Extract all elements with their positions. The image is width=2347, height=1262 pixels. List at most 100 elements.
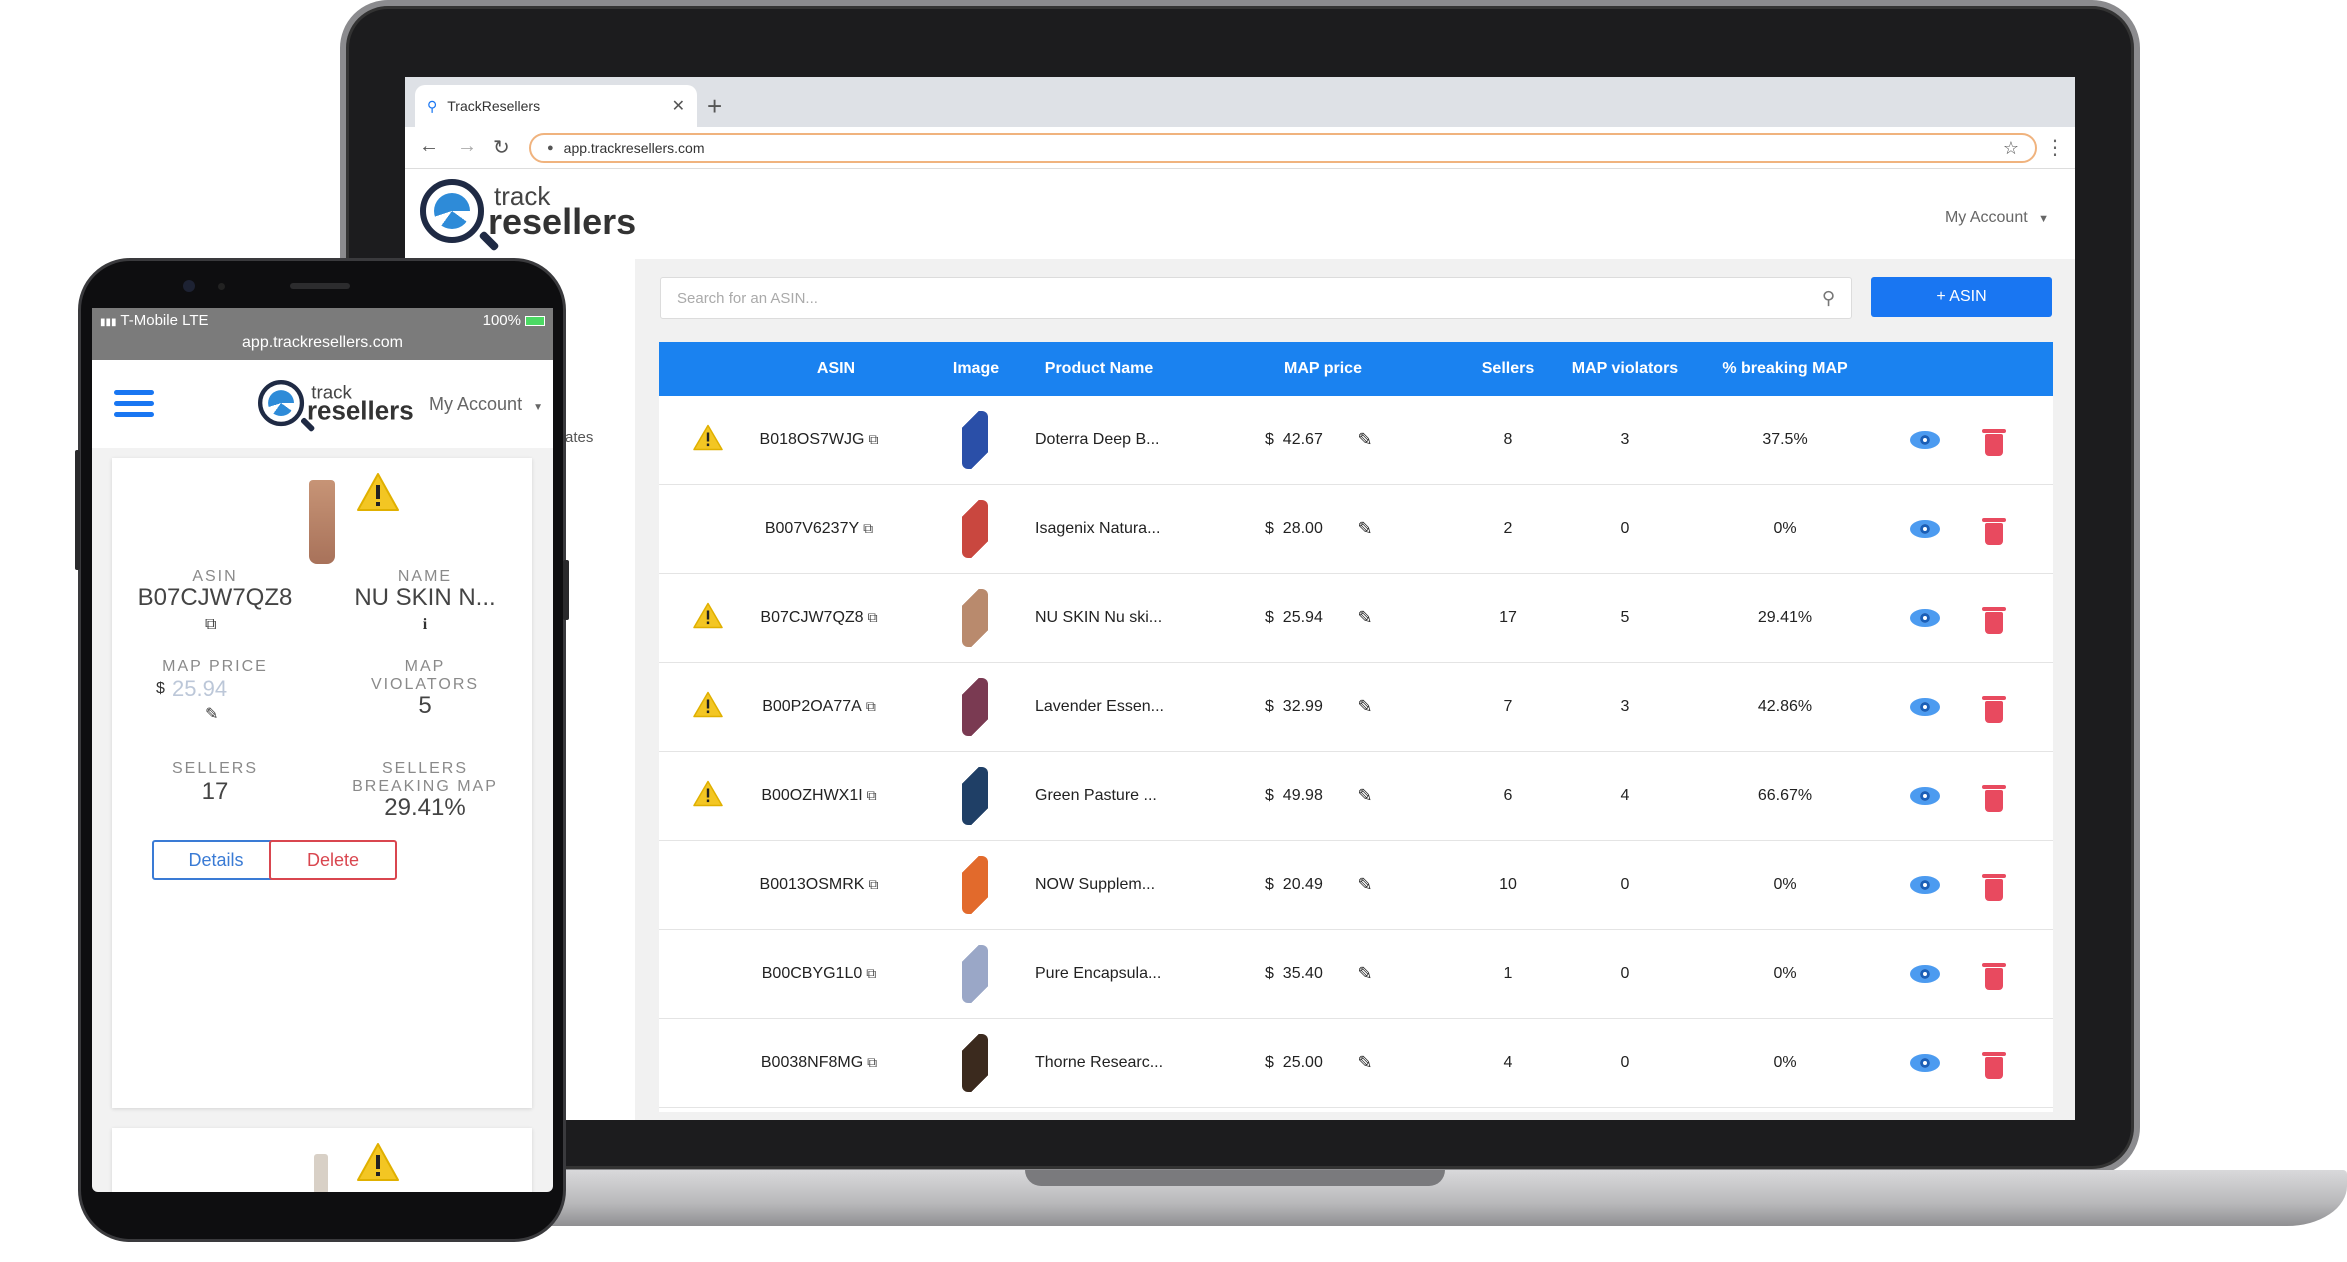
map-price-value: 49.98 bbox=[1282, 787, 1323, 804]
delete-trash-icon[interactable] bbox=[1982, 518, 2006, 546]
edit-price-icon[interactable]: ✎ bbox=[205, 704, 218, 724]
table-row: B007V6237Y ⧉ Isagenix Natura... $ 28.00 ✎ 2 0 0… bbox=[659, 485, 2053, 574]
view-eye-icon[interactable] bbox=[1910, 609, 1940, 627]
delete-trash-icon[interactable] bbox=[1982, 963, 2006, 991]
details-button[interactable]: Details bbox=[152, 840, 280, 880]
view-eye-icon[interactable] bbox=[1910, 1054, 1940, 1072]
map-violators-value: 5 bbox=[1620, 609, 1630, 626]
map-price-value: 35.40 bbox=[1282, 965, 1323, 982]
edit-price-icon[interactable]: ✎ bbox=[1357, 786, 1372, 807]
phone-logo[interactable]: track resellers bbox=[258, 380, 414, 433]
table-header: ASIN Image Product Name MAP price Seller… bbox=[659, 342, 2053, 396]
edit-price-icon[interactable]: ✎ bbox=[1357, 875, 1372, 896]
external-link-icon[interactable]: ⧉ bbox=[868, 609, 878, 625]
asin-cell[interactable]: B0013OSMRK ⧉ bbox=[760, 876, 879, 894]
add-asin-button[interactable]: + ASIN bbox=[1871, 277, 2052, 317]
trackresellers-logo[interactable]: track resellers bbox=[420, 179, 637, 252]
edit-price-icon[interactable]: ✎ bbox=[1357, 1053, 1372, 1074]
edit-price-icon[interactable]: ✎ bbox=[1357, 519, 1372, 540]
currency-symbol: $ bbox=[1265, 520, 1274, 537]
info-icon[interactable]: i bbox=[330, 616, 520, 634]
map-price-cell: $ 35.40 bbox=[1265, 965, 1323, 983]
browser-address-bar: ← → ↻ ● app.trackresellers.com ☆ ⋮ bbox=[405, 127, 2075, 169]
view-eye-icon[interactable] bbox=[1910, 520, 1940, 538]
map-price-cell: $ 28.00 bbox=[1265, 520, 1323, 538]
delete-trash-icon[interactable] bbox=[1982, 429, 2006, 457]
delete-trash-icon[interactable] bbox=[1982, 607, 2006, 635]
product-image bbox=[962, 678, 988, 736]
map-price-value: 32.99 bbox=[1282, 698, 1323, 715]
asin-cell[interactable]: B00P2OA77A ⧉ bbox=[762, 698, 876, 716]
edit-price-icon[interactable]: ✎ bbox=[1357, 430, 1372, 451]
map-price-cell: $ 20.49 bbox=[1265, 876, 1323, 894]
search-icon[interactable]: ⚲ bbox=[1822, 288, 1835, 309]
external-link-icon[interactable]: ⧉ bbox=[868, 431, 878, 447]
external-link-icon[interactable]: ⧉ bbox=[866, 965, 876, 981]
product-name: Lavender Essen... bbox=[1035, 698, 1164, 715]
map-price-cell: $ 25.94 bbox=[1265, 609, 1323, 627]
hamburger-menu-icon[interactable] bbox=[114, 390, 154, 418]
header-breaking-map: % breaking MAP bbox=[1722, 360, 1848, 377]
sellers-value: 8 bbox=[1503, 431, 1513, 448]
asin-cell[interactable]: B00CBYG1L0 ⧉ bbox=[762, 965, 877, 983]
delete-button[interactable]: Delete bbox=[269, 840, 397, 880]
map-price-input[interactable]: 25.94 bbox=[172, 676, 302, 702]
breaking-map-value: 0% bbox=[1773, 520, 1797, 537]
view-eye-icon[interactable] bbox=[1910, 876, 1940, 894]
map-price-cell: $ 49.98 bbox=[1265, 787, 1323, 805]
battery-icon bbox=[525, 316, 545, 327]
forward-icon[interactable]: → bbox=[457, 135, 477, 158]
delete-trash-icon[interactable] bbox=[1982, 874, 2006, 902]
url-input[interactable]: ● app.trackresellers.com ☆ bbox=[529, 133, 2037, 163]
logo-word-resellers: resellers bbox=[488, 200, 637, 242]
phone-url[interactable]: app.trackresellers.com bbox=[92, 334, 553, 352]
browser-menu-icon[interactable]: ⋮ bbox=[2045, 135, 2065, 160]
external-link-icon[interactable]: ⧉ bbox=[205, 616, 216, 634]
asin-cell[interactable]: B07CJW7QZ8 ⧉ bbox=[760, 609, 877, 627]
table-row: B07CJW7QZ8 ⧉ NU SKIN Nu ski... $ 25.94 ✎ 17 5 2… bbox=[659, 574, 2053, 663]
asin-cell[interactable]: B018OS7WJG ⧉ bbox=[760, 431, 879, 449]
view-eye-icon[interactable] bbox=[1910, 698, 1940, 716]
laptop-notch bbox=[1025, 1170, 1445, 1186]
close-tab-icon[interactable]: ✕ bbox=[672, 96, 685, 116]
edit-price-icon[interactable]: ✎ bbox=[1357, 697, 1372, 718]
currency-symbol: $ bbox=[1265, 876, 1274, 893]
reload-icon[interactable]: ↻ bbox=[493, 135, 510, 160]
asin-cell[interactable]: B0038NF8MG ⧉ bbox=[761, 1054, 877, 1072]
external-link-icon[interactable]: ⧉ bbox=[868, 876, 878, 892]
sidebar-item-fragment[interactable]: ates bbox=[565, 429, 593, 446]
delete-trash-icon[interactable] bbox=[1982, 696, 2006, 724]
product-image bbox=[314, 1154, 328, 1192]
browser-tab[interactable]: ⚲ TrackResellers ✕ bbox=[415, 85, 697, 127]
phone-app-header: track resellers My Account ▼ bbox=[92, 360, 553, 448]
asin-cell[interactable]: B00OZHWX1I ⧉ bbox=[761, 787, 876, 805]
edit-price-icon[interactable]: ✎ bbox=[1357, 608, 1372, 629]
warning-icon bbox=[357, 1143, 399, 1181]
battery-text: 100% bbox=[483, 312, 545, 329]
external-link-icon[interactable]: ⧉ bbox=[867, 1054, 877, 1070]
product-name: NU SKIN Nu ski... bbox=[1035, 609, 1163, 626]
external-link-icon[interactable]: ⧉ bbox=[867, 787, 877, 803]
new-tab-icon[interactable]: + bbox=[707, 85, 722, 127]
bookmark-star-icon[interactable]: ☆ bbox=[2003, 138, 2019, 159]
product-card: ASIN B07CJW7QZ8 ⧉ NAME NU SKIN N... i MA… bbox=[112, 458, 532, 1108]
external-link-icon[interactable]: ⧉ bbox=[863, 520, 873, 536]
external-link-icon[interactable]: ⧉ bbox=[866, 698, 876, 714]
sellers-value: 17 bbox=[201, 778, 229, 805]
view-eye-icon[interactable] bbox=[1910, 431, 1940, 449]
map-violators-value: 0 bbox=[1620, 965, 1630, 982]
currency-symbol: $ bbox=[1265, 609, 1274, 626]
delete-trash-icon[interactable] bbox=[1982, 785, 2006, 813]
phone-my-account-menu[interactable]: My Account ▼ bbox=[429, 394, 543, 415]
back-icon[interactable]: ← bbox=[419, 135, 439, 158]
edit-price-icon[interactable]: ✎ bbox=[1357, 964, 1372, 985]
view-eye-icon[interactable] bbox=[1910, 787, 1940, 805]
asin-search-input[interactable]: Search for an ASIN... ⚲ bbox=[660, 277, 1852, 319]
my-account-menu[interactable]: My Account ▼ bbox=[1945, 209, 2049, 227]
table-row: B00P2OA77A ⧉ Lavender Essen... $ 32.99 ✎ 7 3 42… bbox=[659, 663, 2053, 752]
asin-cell[interactable]: B007V6237Y ⧉ bbox=[765, 520, 873, 538]
map-violators-value: 5 bbox=[418, 692, 432, 719]
delete-trash-icon[interactable] bbox=[1982, 1052, 2006, 1080]
asin-table: ASIN Image Product Name MAP price Seller… bbox=[659, 342, 2053, 1112]
view-eye-icon[interactable] bbox=[1910, 965, 1940, 983]
